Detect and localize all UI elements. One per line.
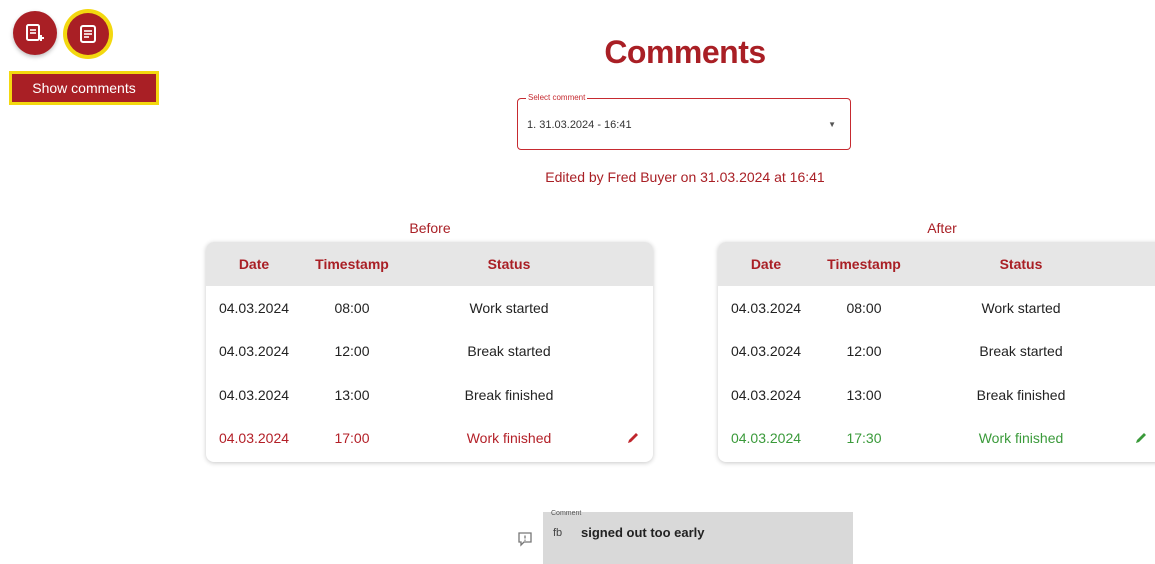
add-comment-button[interactable] bbox=[13, 11, 57, 55]
comment-initials: fb bbox=[553, 527, 563, 539]
comment-select[interactable]: Select comment 1. 31.03.2024 - 16:41 ▼ bbox=[517, 93, 851, 150]
table-row: 04.03.2024 08:00 Work started bbox=[218, 299, 549, 316]
edited-info: Edited by Fred Buyer on 31.03.2024 at 16… bbox=[545, 169, 825, 185]
select-value: 1. 31.03.2024 - 16:41 bbox=[527, 119, 632, 131]
table-row: 04.03.2024 12:00 Break started bbox=[218, 343, 551, 360]
column-date: Date bbox=[750, 256, 782, 272]
column-status: Status bbox=[487, 256, 531, 272]
show-comments-button[interactable] bbox=[67, 13, 109, 55]
comment-label: Comment bbox=[551, 510, 582, 517]
after-title: After bbox=[927, 220, 957, 236]
column-status: Status bbox=[999, 256, 1043, 272]
table-row: 04.03.2024 13:00 Break finished bbox=[730, 386, 1066, 403]
table-row: 04.03.2024 12:00 Break started bbox=[730, 343, 1063, 360]
column-timestamp: Timestamp bbox=[827, 256, 901, 272]
table-header: Date Timestamp Status bbox=[718, 242, 1155, 286]
dropdown-arrow-icon: ▼ bbox=[828, 120, 836, 129]
column-date: Date bbox=[238, 256, 270, 272]
table-row-changed: 04.03.2024 17:30 Work finished bbox=[718, 417, 1155, 461]
comment-icon bbox=[518, 532, 532, 547]
column-timestamp: Timestamp bbox=[315, 256, 389, 272]
add-comment-icon bbox=[26, 24, 44, 41]
pencil-icon bbox=[1136, 432, 1146, 443]
table-header: Date Timestamp Status bbox=[206, 242, 653, 286]
show-comments-tooltip: Show comments bbox=[9, 71, 159, 105]
before-title: Before bbox=[409, 220, 451, 236]
page-title: Comments bbox=[604, 34, 766, 70]
before-table: Date Timestamp Status 04.03.2024 08:00 W… bbox=[206, 242, 653, 462]
comment-box: Comment fb signed out too early bbox=[543, 510, 853, 564]
comments-icon bbox=[80, 25, 96, 43]
after-table: Date Timestamp Status 04.03.2024 08:00 W… bbox=[718, 242, 1155, 462]
table-row-changed: 04.03.2024 17:00 Work finished bbox=[206, 417, 653, 461]
pencil-icon bbox=[628, 432, 638, 443]
table-row: 04.03.2024 13:00 Break finished bbox=[218, 386, 554, 403]
select-label: Select comment bbox=[526, 93, 588, 102]
table-row: 04.03.2024 08:00 Work started bbox=[730, 299, 1061, 316]
comment-text: signed out too early bbox=[581, 525, 705, 540]
